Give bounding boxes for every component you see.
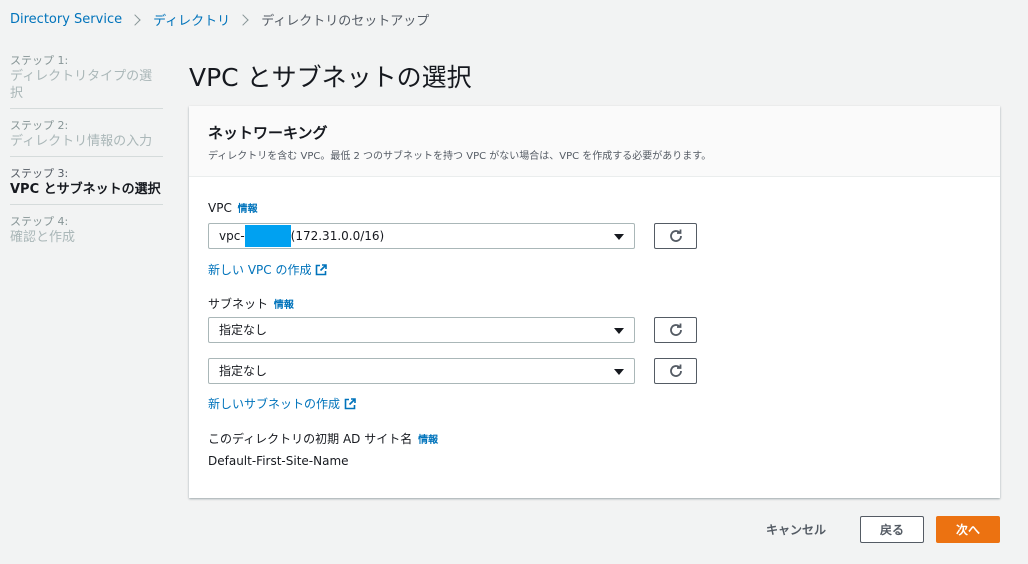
subnet-2-refresh-button[interactable] [654,358,697,384]
back-button[interactable]: 戻る [860,516,924,543]
step-3: ステップ 3: VPC とサブネットの選択 [10,165,163,205]
vpc-info-link[interactable]: 情報 [238,204,258,215]
refresh-icon [669,323,682,336]
create-vpc-link[interactable]: 新しい VPC の作成 [208,261,328,278]
subnet-select-1[interactable]: 指定なし [208,317,635,343]
breadcrumb: Directory Service ディレクトリ ディレクトリのセットアップ [10,10,429,29]
external-link-icon [316,263,328,275]
vpc-refresh-button[interactable] [654,223,697,249]
subnet-info-link[interactable]: 情報 [274,300,294,311]
create-subnet-link[interactable]: 新しいサブネットの作成 [208,395,356,412]
ad-site-info-link[interactable]: 情報 [418,435,438,446]
ad-site-label: このディレクトリの初期 AD サイト名 情報 [208,430,438,447]
subnet-value: 指定なし [219,364,268,378]
subnet-select-2[interactable]: 指定なし [208,358,635,384]
refresh-icon [669,229,682,242]
vpc-label: VPC 情報 [208,200,258,215]
subnet-label: サブネット 情報 [208,295,294,312]
caret-down-icon [614,328,624,334]
vpc-value-cidr: (172.31.0.0/16) [290,229,385,243]
panel-description: ディレクトリを含む VPC。最低 2 つのサブネットを持つ VPC がない場合は… [208,151,712,162]
breadcrumb-directories[interactable]: ディレクトリ [153,10,230,29]
step-4: ステップ 4: 確認と作成 [10,213,163,252]
step-1: ステップ 1: ディレクトリタイプの選択 [10,52,163,109]
subnet-label-text: サブネット [208,297,269,311]
networking-panel: ネットワーキング ディレクトリを含む VPC。最低 2 つのサブネットを持つ V… [189,106,1000,498]
create-subnet-link-text: 新しいサブネットの作成 [208,397,341,411]
panel-title: ネットワーキング [208,124,328,142]
subnet-value: 指定なし [219,323,268,337]
vpc-select[interactable]: vpc- (172.31.0.0/16) [208,223,635,249]
ad-site-value: Default-First-Site-Name [208,454,349,468]
external-link-icon [344,397,356,409]
panel-header: ネットワーキング ディレクトリを含む VPC。最低 2 つのサブネットを持つ V… [189,106,1000,177]
vpc-value-prefix: vpc- [219,229,245,243]
refresh-icon [669,364,682,377]
step-number: ステップ 4: [10,215,69,228]
caret-down-icon [614,369,624,375]
step-title: 確認と作成 [10,230,76,245]
step-title: VPC とサブネットの選択 [10,182,161,197]
ad-site-label-text: このディレクトリの初期 AD サイト名 [208,432,413,446]
step-title: ディレクトリ情報の入力 [10,134,153,149]
step-number: ステップ 1: [10,54,69,67]
next-button[interactable]: 次へ [936,516,1000,543]
breadcrumb-directory-service[interactable]: Directory Service [10,12,122,27]
cancel-button[interactable]: キャンセル [753,516,839,543]
chevron-right-icon [237,13,249,26]
caret-down-icon [614,234,624,240]
step-2: ステップ 2: ディレクトリ情報の入力 [10,117,163,157]
subnet-1-refresh-button[interactable] [654,317,697,343]
vpc-label-text: VPC [208,201,232,215]
breadcrumb-current: ディレクトリのセットアップ [261,14,430,29]
redacted-block [244,224,291,247]
step-number: ステップ 3: [10,167,69,180]
create-vpc-link-text: 新しい VPC の作成 [208,263,312,277]
wizard-steps: ステップ 1: ディレクトリタイプの選択 ステップ 2: ディレクトリ情報の入力… [10,52,163,260]
step-title: ディレクトリタイプの選択 [10,69,153,101]
step-number: ステップ 2: [10,119,69,132]
page-title: VPC とサブネットの選択 [189,63,472,92]
chevron-right-icon [129,13,141,26]
